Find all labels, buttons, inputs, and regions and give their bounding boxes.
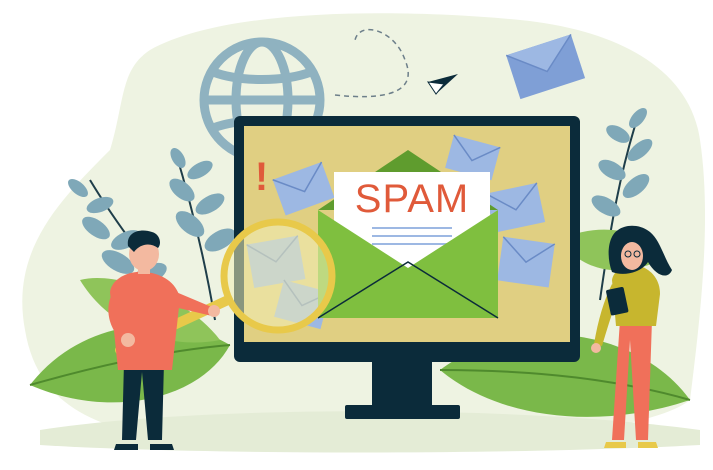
man-shoe bbox=[150, 444, 174, 450]
spam-label: SPAM bbox=[355, 177, 469, 221]
man-hand bbox=[121, 333, 135, 347]
monitor-base bbox=[345, 405, 460, 419]
envelope-icon bbox=[497, 236, 556, 288]
woman-hand bbox=[591, 343, 601, 353]
warning-mark: ! bbox=[255, 155, 269, 199]
spam-envelope: SPAM bbox=[317, 150, 499, 319]
woman-shoe bbox=[604, 442, 626, 448]
woman-shoe bbox=[638, 442, 658, 448]
illustration-canvas: ! SPAM bbox=[22, 13, 706, 453]
man-shoe bbox=[114, 444, 138, 450]
spam-illustration: ! SPAM bbox=[0, 0, 713, 470]
man-hand bbox=[208, 305, 220, 317]
exclamation-icon: ! bbox=[255, 155, 269, 199]
monitor-neck bbox=[372, 355, 432, 410]
